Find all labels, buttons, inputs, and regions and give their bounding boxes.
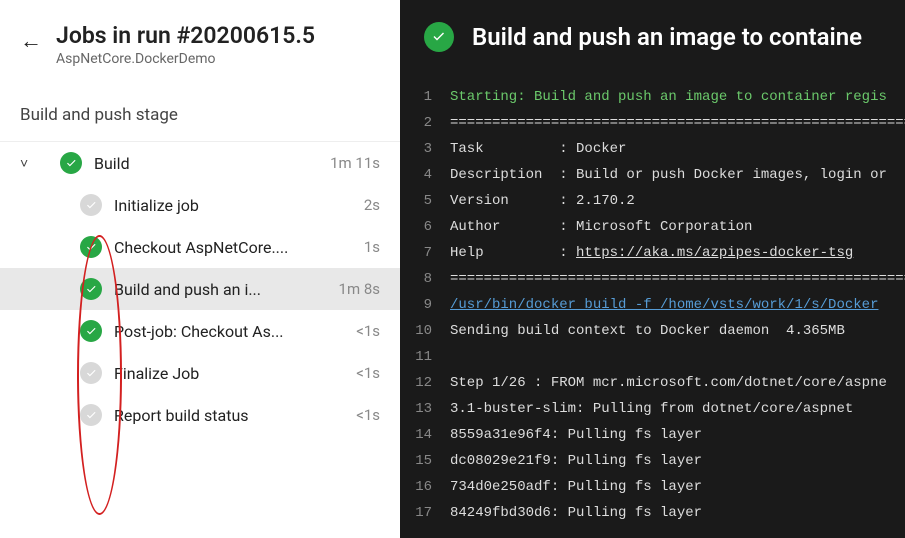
line-number: 6 xyxy=(400,214,450,240)
step-label: Report build status xyxy=(102,406,348,425)
status-success-icon xyxy=(80,278,102,300)
status-success-icon xyxy=(80,236,102,258)
log-output[interactable]: 1Starting: Build and push an image to co… xyxy=(400,64,905,526)
line-text: 84249fbd30d6: Pulling fs layer xyxy=(450,500,702,526)
log-line: 133.1-buster-slim: Pulling from dotnet/c… xyxy=(400,396,905,422)
line-number: 8 xyxy=(400,266,450,292)
log-line: 16734d0e250adf: Pulling fs layer xyxy=(400,474,905,500)
line-text: Help : https://aka.ms/azpipes-docker-tsg xyxy=(450,240,853,266)
line-number: 4 xyxy=(400,162,450,188)
step-row[interactable]: Finalize Job<1s xyxy=(0,352,400,394)
step-label: Checkout AspNetCore.... xyxy=(102,238,356,257)
status-success-muted-icon xyxy=(80,362,102,384)
help-link[interactable]: https://aka.ms/azpipes-docker-tsg xyxy=(576,245,853,261)
line-number: 12 xyxy=(400,370,450,396)
line-text: Task : Docker xyxy=(450,136,626,162)
line-text: Description : Build or push Docker image… xyxy=(450,162,887,188)
log-line: 10Sending build context to Docker daemon… xyxy=(400,318,905,344)
log-line: 6Author : Microsoft Corporation xyxy=(400,214,905,240)
line-text: Step 1/26 : FROM mcr.microsoft.com/dotne… xyxy=(450,370,887,396)
line-number: 13 xyxy=(400,396,450,422)
line-number: 16 xyxy=(400,474,450,500)
job-label: Build xyxy=(82,154,322,173)
stage-label: Build and push stage xyxy=(0,75,400,141)
step-label: Finalize Job xyxy=(102,364,348,383)
line-number: 1 xyxy=(400,84,450,110)
line-text: Sending build context to Docker daemon 4… xyxy=(450,318,845,344)
log-line: 15dc08029e21f9: Pulling fs layer xyxy=(400,448,905,474)
line-text: 8559a31e96f4: Pulling fs layer xyxy=(450,422,702,448)
log-title: Build and push an image to containe xyxy=(472,23,862,51)
line-text: dc08029e21f9: Pulling fs layer xyxy=(450,448,702,474)
line-text: ========================================… xyxy=(450,110,905,136)
status-success-icon xyxy=(424,22,454,52)
page-title: Jobs in run #20200615.5 xyxy=(56,22,315,49)
line-number: 15 xyxy=(400,448,450,474)
log-line: 148559a31e96f4: Pulling fs layer xyxy=(400,422,905,448)
log-line: 8=======================================… xyxy=(400,266,905,292)
step-label: Build and push an i... xyxy=(102,280,331,299)
log-line: 2=======================================… xyxy=(400,110,905,136)
line-text: /usr/bin/docker build -f /home/vsts/work… xyxy=(450,292,878,318)
line-text: Version : 2.170.2 xyxy=(450,188,635,214)
line-number: 17 xyxy=(400,500,450,526)
step-row[interactable]: Initialize job2s xyxy=(0,184,400,226)
log-line: 12Step 1/26 : FROM mcr.microsoft.com/dot… xyxy=(400,370,905,396)
status-success-muted-icon xyxy=(80,404,102,426)
status-success-muted-icon xyxy=(80,194,102,216)
status-success-icon xyxy=(60,152,82,174)
log-line: 1Starting: Build and push an image to co… xyxy=(400,84,905,110)
line-number: 2 xyxy=(400,110,450,136)
line-number: 11 xyxy=(400,344,450,370)
step-row[interactable]: Post-job: Checkout As...<1s xyxy=(0,310,400,352)
step-label: Initialize job xyxy=(102,196,356,215)
line-text: Starting: Build and push an image to con… xyxy=(450,84,887,110)
step-duration: 1s xyxy=(356,238,380,256)
log-line: 11 xyxy=(400,344,905,370)
job-duration: 1m 11s xyxy=(322,154,380,172)
job-row-build[interactable]: ˅ Build 1m 11s xyxy=(0,141,400,184)
log-line: 1784249fbd30d6: Pulling fs layer xyxy=(400,500,905,526)
step-duration: <1s xyxy=(348,322,380,340)
line-number: 14 xyxy=(400,422,450,448)
chevron-down-icon: ˅ xyxy=(20,155,40,172)
line-text: ========================================… xyxy=(450,266,905,292)
log-line: 5Version : 2.170.2 xyxy=(400,188,905,214)
step-row[interactable]: Checkout AspNetCore....1s xyxy=(0,226,400,268)
line-text: Author : Microsoft Corporation xyxy=(450,214,752,240)
step-duration: <1s xyxy=(348,364,380,382)
log-line: 7Help : https://aka.ms/azpipes-docker-ts… xyxy=(400,240,905,266)
page-subtitle: AspNetCore.DockerDemo xyxy=(56,51,315,67)
line-number: 5 xyxy=(400,188,450,214)
log-line: 3Task : Docker xyxy=(400,136,905,162)
log-line: 4Description : Build or push Docker imag… xyxy=(400,162,905,188)
line-text: 3.1-buster-slim: Pulling from dotnet/cor… xyxy=(450,396,853,422)
step-row[interactable]: Report build status<1s xyxy=(0,394,400,436)
step-duration: <1s xyxy=(348,406,380,424)
back-arrow[interactable]: ← xyxy=(20,22,42,54)
status-success-icon xyxy=(80,320,102,342)
line-text: 734d0e250adf: Pulling fs layer xyxy=(450,474,702,500)
line-number: 3 xyxy=(400,136,450,162)
step-duration: 2s xyxy=(356,196,380,214)
step-row[interactable]: Build and push an i...1m 8s xyxy=(0,268,400,310)
log-line: 9/usr/bin/docker build -f /home/vsts/wor… xyxy=(400,292,905,318)
line-number: 10 xyxy=(400,318,450,344)
step-label: Post-job: Checkout As... xyxy=(102,322,348,341)
line-number: 7 xyxy=(400,240,450,266)
line-number: 9 xyxy=(400,292,450,318)
step-duration: 1m 8s xyxy=(331,280,380,298)
